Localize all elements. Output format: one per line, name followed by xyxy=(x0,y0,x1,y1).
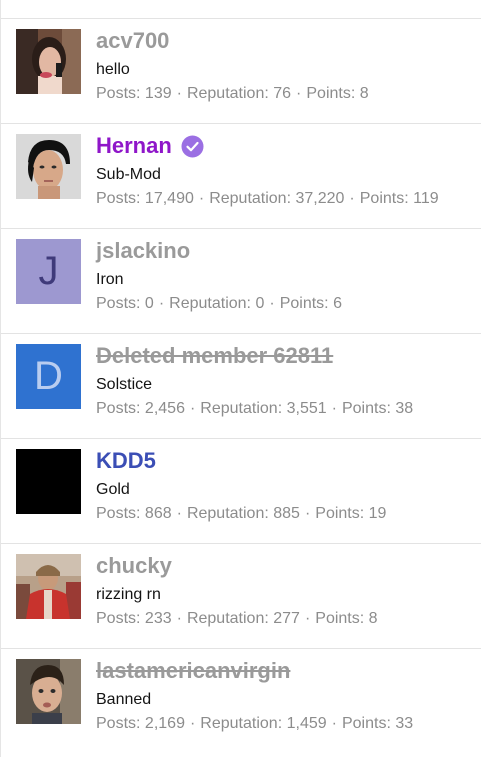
avatar[interactable] xyxy=(16,554,81,619)
avatar-letter: J xyxy=(38,249,59,293)
points-label: Points: xyxy=(341,715,391,732)
member-stats: Posts: 2,456 · Reputation: 3,551 · Points: 3… xyxy=(96,399,481,419)
username-link[interactable]: jslackino xyxy=(96,238,190,264)
reputation-count: 76 xyxy=(273,85,292,102)
stat-separator: · xyxy=(176,610,182,627)
member-stats: Posts: 17,490 · Reputation: 37,220 · Points:… xyxy=(96,189,481,209)
dark-haired-man-photo xyxy=(16,134,81,199)
verified-badge-icon xyxy=(181,135,204,158)
reputation-label: Reputation: xyxy=(186,505,269,522)
posts-label: Posts: xyxy=(96,715,141,732)
member-stats: Posts: 233 · Reputation: 277 · Points: 8 xyxy=(96,609,481,629)
member-row: acv700 hello Posts: 139 · Reputation: 76 · P… xyxy=(1,19,481,124)
avatar[interactable]: D xyxy=(16,344,81,409)
woman-on-phone-photo xyxy=(16,29,81,94)
username-link[interactable]: lastamericanvirgin xyxy=(96,658,290,684)
user-title: hello xyxy=(96,61,130,78)
posts-label: Posts: xyxy=(96,295,141,312)
stat-separator: · xyxy=(198,190,205,207)
avatar[interactable] xyxy=(16,29,81,94)
reputation-label: Reputation: xyxy=(209,190,292,207)
posts-count: 233 xyxy=(144,610,172,627)
stat-separator: · xyxy=(304,610,311,627)
posts-count: 17,490 xyxy=(144,190,194,207)
points-count: 33 xyxy=(395,715,414,732)
avatar[interactable] xyxy=(16,449,81,514)
stat-separator: · xyxy=(158,295,165,312)
posts-label: Posts: xyxy=(96,505,141,522)
username-link[interactable]: chucky xyxy=(96,553,172,579)
avatar[interactable] xyxy=(16,134,81,199)
posts-label: Posts: xyxy=(96,610,141,627)
reputation-count: 277 xyxy=(273,610,300,627)
avatar[interactable] xyxy=(16,659,81,724)
user-title: Iron xyxy=(96,271,124,288)
stat-separator: · xyxy=(349,190,355,207)
member-row: D Deleted member 62811 Solstice Posts: 2… xyxy=(1,334,481,439)
points-label: Points: xyxy=(279,295,329,312)
reputation-label: Reputation: xyxy=(186,85,269,102)
stat-separator: · xyxy=(331,715,337,732)
member-stats: Posts: 2,169 · Reputation: 1,459 · Points: 3… xyxy=(96,714,481,734)
reputation-count: 3,551 xyxy=(286,400,327,417)
posts-count: 2,456 xyxy=(144,400,185,417)
young-man-photo xyxy=(16,659,81,724)
user-title: rizzing rn xyxy=(96,586,161,603)
points-label: Points: xyxy=(315,505,365,522)
member-row: J jslackino Iron Posts: 0 · Reputation: 0 ·… xyxy=(1,229,481,334)
user-title: Solstice xyxy=(96,376,153,393)
user-title: Banned xyxy=(96,691,152,708)
avatar-letter: D xyxy=(34,354,63,398)
username-link[interactable]: Hernan xyxy=(96,133,172,159)
points-label: Points: xyxy=(315,610,365,627)
stat-separator: · xyxy=(269,295,275,312)
posts-count: 139 xyxy=(144,85,172,102)
member-row: chucky rizzing rn Posts: 233 · Reputation:… xyxy=(1,544,481,649)
member-row: Hernan Sub-Mod Posts: 17,490 · Reputation:… xyxy=(1,124,481,229)
avatar[interactable]: J xyxy=(16,239,81,304)
reputation-label: Reputation: xyxy=(186,610,269,627)
points-count: 8 xyxy=(368,610,378,627)
user-title: Sub-Mod xyxy=(96,166,161,183)
points-label: Points: xyxy=(306,85,356,102)
reputation-label: Reputation: xyxy=(169,295,251,312)
list-top-edge xyxy=(1,0,481,19)
stat-separator: · xyxy=(296,85,302,102)
reputation-count: 885 xyxy=(273,505,300,522)
user-title: Gold xyxy=(96,481,130,498)
stat-separator: · xyxy=(176,85,182,102)
reputation-count: 37,220 xyxy=(295,190,345,207)
points-label: Points: xyxy=(359,190,409,207)
posts-label: Posts: xyxy=(96,190,141,207)
man-in-red-outdoors-photo xyxy=(16,554,81,619)
member-stats: Posts: 0 · Reputation: 0 · Points: 6 xyxy=(96,294,481,314)
member-stats: Posts: 868 · Reputation: 885 · Points: 19 xyxy=(96,504,481,524)
points-count: 38 xyxy=(395,400,414,417)
member-stats: Posts: 139 · Reputation: 76 · Points: 8 xyxy=(96,84,481,104)
points-count: 19 xyxy=(368,505,387,522)
posts-count: 0 xyxy=(144,295,154,312)
posts-label: Posts: xyxy=(96,400,141,417)
reputation-count: 1,459 xyxy=(286,715,327,732)
stat-separator: · xyxy=(189,715,196,732)
posts-count: 868 xyxy=(144,505,172,522)
username-link[interactable]: KDD5 xyxy=(96,448,156,474)
points-label: Points: xyxy=(341,400,391,417)
points-count: 8 xyxy=(359,85,369,102)
points-count: 6 xyxy=(333,295,342,312)
stat-separator: · xyxy=(304,505,311,522)
member-row: lastamericanvirgin Banned Posts: 2,169 · R… xyxy=(1,649,481,754)
username-link[interactable]: acv700 xyxy=(96,28,169,54)
posts-label: Posts: xyxy=(96,85,141,102)
username-link[interactable]: Deleted member 62811 xyxy=(96,343,333,369)
stat-separator: · xyxy=(331,400,337,417)
points-count: 119 xyxy=(413,190,439,207)
member-row: KDD5 Gold Posts: 868 · Reputation: 885 · Poi… xyxy=(1,439,481,544)
reputation-label: Reputation: xyxy=(200,715,283,732)
stat-separator: · xyxy=(189,400,196,417)
stat-separator: · xyxy=(176,505,182,522)
member-list: acv700 hello Posts: 139 · Reputation: 76 · P… xyxy=(0,0,481,757)
posts-count: 2,169 xyxy=(144,715,185,732)
reputation-label: Reputation: xyxy=(200,400,283,417)
